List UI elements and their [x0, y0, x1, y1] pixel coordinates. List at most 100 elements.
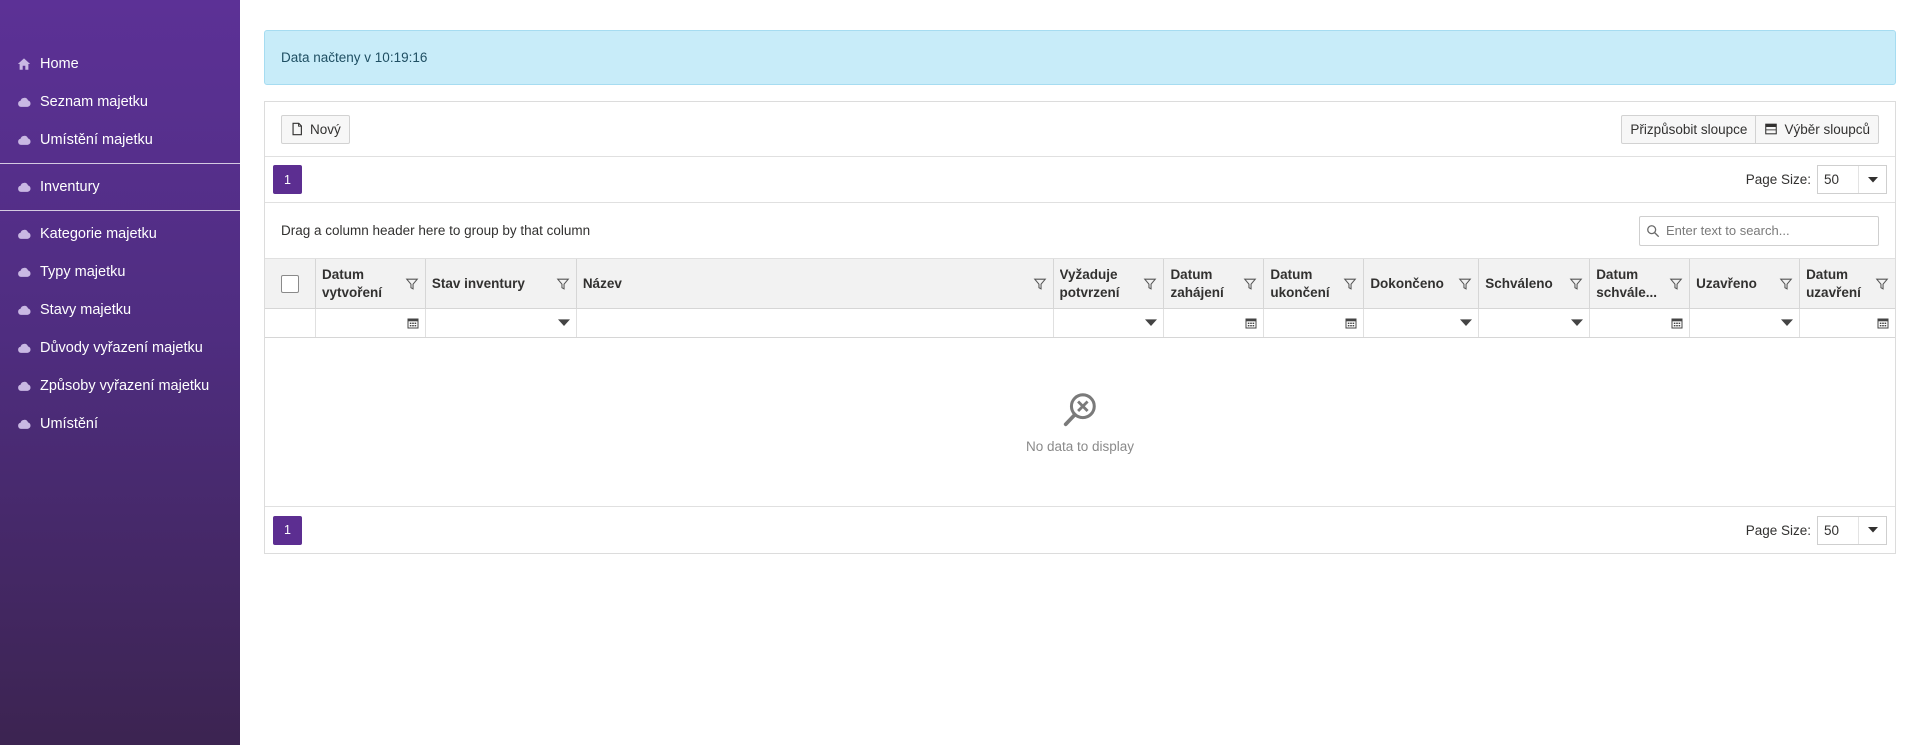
- column-header-dokonceno[interactable]: Dokončeno: [1364, 259, 1480, 308]
- column-header-uzavreno[interactable]: Uzavřeno: [1690, 259, 1801, 308]
- sidebar-item-label: Inventury: [40, 179, 100, 195]
- sidebar-item-home[interactable]: Home: [0, 45, 240, 83]
- filter-cell-empty: [265, 309, 316, 337]
- sidebar-item-inventury[interactable]: Inventury: [0, 168, 240, 206]
- page-button-current[interactable]: 1: [273, 515, 302, 545]
- sidebar-item-umisteni-majetku[interactable]: Umístění majetku: [0, 121, 240, 159]
- search-icon: [1647, 224, 1660, 237]
- filter-cell-schvaleno[interactable]: [1479, 309, 1591, 337]
- group-panel-text: Drag a column header here to group by th…: [281, 223, 591, 238]
- sidebar-item-label: Umístění: [40, 416, 99, 432]
- no-data-search-icon: [1063, 392, 1096, 426]
- sidebar-item-stavy-majetku[interactable]: Stavy majetku: [0, 291, 240, 329]
- column-header-schvaleno[interactable]: Schváleno: [1479, 259, 1591, 308]
- select-all-checkbox[interactable]: [280, 274, 299, 293]
- filter-icon[interactable]: [1033, 277, 1047, 291]
- chevron-down-icon[interactable]: [1781, 317, 1794, 329]
- search-input[interactable]: [1666, 223, 1866, 238]
- sidebar-item-kategorie-majetku[interactable]: Kategorie majetku: [0, 215, 240, 253]
- column-header-datum-vytvoreni[interactable]: Datum vytvoření: [316, 259, 426, 308]
- column-header-datum-uzavreni[interactable]: Datum uzavření: [1800, 259, 1895, 308]
- customize-columns-label: Přizpůsobit sloupce: [1630, 121, 1748, 137]
- sidebar-item-label: Kategorie majetku: [40, 226, 157, 242]
- sidebar-item-zpusoby-vyrazeni[interactable]: Způsoby vyřazení majetku: [0, 367, 240, 405]
- inventory-grid: Nový Přizpůsobit sloupce Výběr sloupců 1…: [264, 101, 1896, 554]
- column-tools: Přizpůsobit sloupce Výběr sloupců: [1621, 114, 1879, 144]
- page-size-select[interactable]: 50: [1817, 165, 1887, 194]
- filter-icon[interactable]: [1875, 277, 1889, 291]
- empty-message: No data to display: [1025, 438, 1135, 454]
- column-chooser-button[interactable]: Výběr sloupců: [1756, 114, 1879, 144]
- filter-icon[interactable]: [1458, 277, 1472, 291]
- column-header-vyzaduje-potvrzeni[interactable]: Vyžaduje potvrzení: [1054, 259, 1165, 308]
- chevron-down-icon[interactable]: [1460, 317, 1473, 329]
- column-header-stav-inventury[interactable]: Stav inventury: [426, 259, 577, 308]
- filter-icon[interactable]: [1243, 277, 1257, 291]
- calendar-icon[interactable]: [1345, 317, 1357, 329]
- filter-icon[interactable]: [1343, 277, 1357, 291]
- filter-icon[interactable]: [1569, 277, 1583, 291]
- filter-cell-stav-inventury[interactable]: [426, 309, 577, 337]
- page-button-current[interactable]: 1: [273, 165, 302, 194]
- filter-row: [265, 309, 1895, 338]
- filter-icon[interactable]: [1779, 277, 1793, 291]
- cloud-icon: [16, 226, 32, 242]
- home-icon: [16, 56, 32, 72]
- search-box: [1639, 215, 1879, 246]
- filter-cell-uzavreno[interactable]: [1690, 309, 1801, 337]
- chevron-down-icon[interactable]: [1571, 317, 1584, 329]
- customize-columns-button[interactable]: Přizpůsobit sloupce: [1621, 114, 1757, 144]
- cloud-icon: [16, 179, 32, 195]
- filter-icon[interactable]: [1669, 277, 1683, 291]
- filter-cell-datum-schvaleni[interactable]: [1590, 309, 1691, 337]
- column-header-datum-zahajeni[interactable]: Datum zahájení: [1164, 259, 1265, 308]
- filter-cell-dokonceno[interactable]: [1364, 309, 1480, 337]
- column-header-datum-schvaleni[interactable]: Datum schvále...: [1590, 259, 1691, 308]
- sidebar-item-umisteni[interactable]: Umístění: [0, 405, 240, 443]
- filter-cell-nazev[interactable]: [577, 309, 1054, 337]
- filter-cell-datum-uzavreni[interactable]: [1800, 309, 1895, 337]
- filter-icon[interactable]: [1143, 277, 1157, 291]
- filter-cell-vyzaduje-potvrzeni[interactable]: [1054, 309, 1165, 337]
- page-size-select[interactable]: 50: [1817, 515, 1887, 545]
- filter-icon[interactable]: [556, 277, 570, 291]
- sidebar: Home Seznam majetku Umístění majetku Inv…: [0, 0, 240, 745]
- sidebar-item-label: Způsoby vyřazení majetku: [40, 378, 210, 394]
- chevron-down-icon: [1858, 516, 1886, 544]
- sidebar-item-label: Home: [40, 56, 79, 72]
- column-chooser-label: Výběr sloupců: [1784, 121, 1870, 137]
- calendar-icon[interactable]: [407, 317, 419, 329]
- sidebar-item-label: Typy majetku: [40, 264, 126, 280]
- column-header-datum-ukonceni[interactable]: Datum ukončení: [1264, 259, 1365, 308]
- sidebar-item-label: Seznam majetku: [40, 94, 148, 110]
- info-alert: Data načteny v 10:19:16: [264, 30, 1896, 85]
- page-size-label: Page Size:: [1745, 522, 1811, 538]
- new-button[interactable]: Nový: [281, 114, 350, 144]
- cloud-icon: [16, 94, 32, 110]
- column-chooser-icon: [1765, 123, 1778, 135]
- chevron-down-icon[interactable]: [557, 317, 570, 329]
- filter-icon[interactable]: [405, 277, 419, 291]
- page-size-label: Page Size:: [1745, 172, 1811, 187]
- sidebar-item-duvody-vyrazeni[interactable]: Důvody vyřazení majetku: [0, 329, 240, 367]
- filter-cell-datum-zahajeni[interactable]: [1164, 309, 1265, 337]
- calendar-icon[interactable]: [1877, 317, 1889, 329]
- calendar-icon[interactable]: [1245, 317, 1257, 329]
- pager-bottom: 1 Page Size: 50: [265, 507, 1895, 553]
- pager-top: 1 Page Size: 50: [265, 157, 1895, 203]
- filter-cell-datum-vytvoreni[interactable]: [316, 309, 426, 337]
- cloud-icon: [16, 302, 32, 318]
- filter-cell-datum-ukonceni[interactable]: [1264, 309, 1365, 337]
- sidebar-item-label: Umístění majetku: [40, 132, 153, 148]
- calendar-icon[interactable]: [1671, 317, 1683, 329]
- sidebar-item-seznam-majetku[interactable]: Seznam majetku: [0, 83, 240, 121]
- sidebar-item-label: Stavy majetku: [40, 302, 132, 318]
- cloud-icon: [16, 264, 32, 280]
- sidebar-divider: [0, 210, 240, 211]
- sidebar-item-label: Důvody vyřazení majetku: [40, 340, 203, 356]
- sidebar-item-typy-majetku[interactable]: Typy majetku: [0, 253, 240, 291]
- column-header-nazev[interactable]: Název: [577, 259, 1054, 308]
- new-document-icon: [292, 122, 302, 136]
- new-button-label: Nový: [310, 121, 341, 137]
- chevron-down-icon[interactable]: [1145, 317, 1158, 329]
